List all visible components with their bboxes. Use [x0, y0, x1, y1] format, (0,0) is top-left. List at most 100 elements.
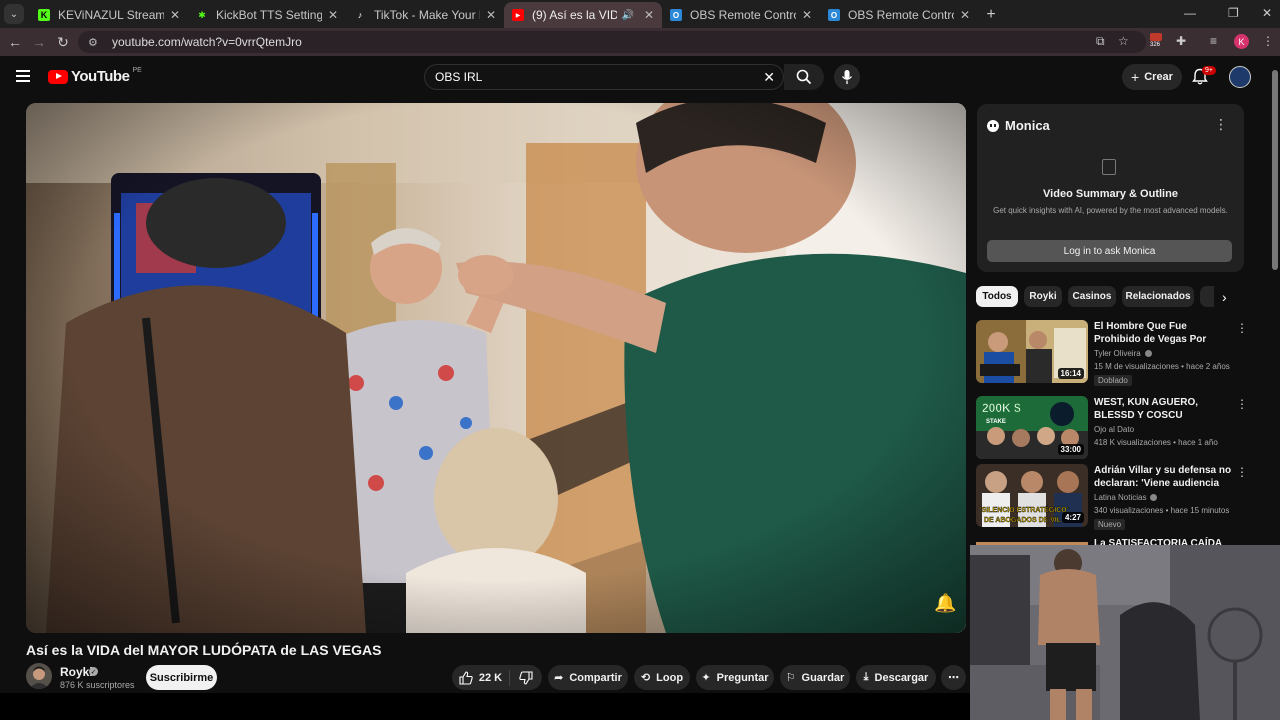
- search-input[interactable]: OBS IRL ✕: [424, 64, 784, 90]
- account-avatar[interactable]: [1229, 66, 1251, 88]
- speaker-icon[interactable]: 🔊: [621, 10, 633, 21]
- menu-icon[interactable]: [16, 70, 30, 82]
- forward-icon[interactable]: →: [27, 34, 51, 50]
- video-title: Así es la VIDA del MAYOR LUDÓPATA de LAS…: [26, 642, 382, 658]
- media-control-icon[interactable]: ≡: [1210, 34, 1217, 48]
- thumb-overlay-text: STAKE: [986, 419, 1006, 425]
- related-thumbnail[interactable]: 'SILENCIO ESTRATÉGICO' DE ABOGADOS DE VI…: [976, 464, 1088, 527]
- related-more-icon[interactable]: ⋮: [1236, 465, 1248, 479]
- search-button[interactable]: [784, 64, 824, 90]
- reload-icon[interactable]: ↻: [51, 34, 75, 51]
- loop-icon: ⟲: [640, 672, 651, 684]
- related-thumbnail[interactable]: 16:14: [976, 320, 1088, 383]
- subscribe-button[interactable]: Suscribirme: [146, 665, 217, 690]
- related-thumbnail[interactable]: [976, 537, 1088, 545]
- related-more-icon[interactable]: ⋮: [1236, 397, 1248, 411]
- browser-tab-active[interactable]: ▶ (9) Así es la VIDA del MAYOR 🔊 ✕: [504, 2, 662, 28]
- dislike-button[interactable]: [510, 670, 542, 685]
- scrollbar-thumb[interactable]: [1272, 70, 1278, 270]
- close-tab-icon[interactable]: ✕: [644, 8, 654, 22]
- related-thumbnail[interactable]: 200K $ STAKE 33:00: [976, 396, 1088, 459]
- related-channel[interactable]: Ojo al Dato: [1094, 425, 1134, 434]
- related-channel[interactable]: Latina Noticias: [1094, 493, 1158, 502]
- address-bar[interactable]: ⚙ youtube.com/watch?v=0vrrQtemJro: [78, 31, 1146, 53]
- tab-title: OBS Remote Control Relay Brid: [848, 8, 954, 22]
- loop-button[interactable]: ⟲ Loop: [634, 665, 690, 690]
- share-button[interactable]: ➦ Compartir: [548, 665, 628, 690]
- create-button[interactable]: + Crear: [1122, 64, 1182, 90]
- close-tab-icon[interactable]: ✕: [960, 8, 970, 22]
- chip-casinos[interactable]: Casinos: [1068, 286, 1116, 307]
- back-icon[interactable]: ←: [3, 34, 27, 50]
- subscribe-bell-overlay-icon[interactable]: 🔔: [934, 593, 956, 614]
- related-title[interactable]: Adrián Villar y su defensa no declaran: …: [1094, 464, 1232, 490]
- ask-button[interactable]: ✦ Preguntar: [696, 665, 774, 690]
- monica-more-icon[interactable]: ⋮: [1214, 116, 1228, 133]
- url-text: youtube.com/watch?v=0vrrQtemJro: [112, 35, 302, 49]
- browser-tab[interactable]: ♪ TikTok - Make Your Day ✕: [346, 2, 504, 28]
- chip-partial[interactable]: [1200, 286, 1214, 307]
- profile-avatar[interactable]: K: [1234, 34, 1249, 49]
- download-button[interactable]: ⤓ Descargar: [856, 665, 936, 690]
- related-more-icon[interactable]: ⋮: [1236, 321, 1248, 335]
- youtube-icon: ▶: [512, 9, 524, 21]
- close-tab-icon[interactable]: ✕: [170, 8, 180, 22]
- video-player[interactable]: 🔔: [26, 103, 966, 633]
- loop-label: Loop: [656, 671, 684, 684]
- browser-menu-icon[interactable]: ⋮: [1262, 34, 1274, 48]
- page-scrollbar[interactable]: [1270, 56, 1280, 545]
- related-title[interactable]: La SATISFACTORIA CAÍDA de...: [1094, 537, 1232, 545]
- tab-strip: ⌄ K KEViNAZUL Stream - Watch Liv ✕ ✱ Kic…: [0, 0, 1280, 28]
- restore-icon[interactable]: ❐: [1228, 6, 1239, 20]
- chip-all[interactable]: Todos: [976, 286, 1018, 307]
- chevron-right-icon[interactable]: ›: [1222, 289, 1227, 305]
- related-meta: 340 visualizaciones • hace 15 minutos: [1094, 506, 1230, 515]
- chip-related[interactable]: Relacionados: [1122, 286, 1194, 307]
- kick-icon: K: [38, 9, 50, 21]
- more-actions-button[interactable]: ⋯: [941, 665, 966, 690]
- voice-search-button[interactable]: [834, 64, 860, 90]
- bookmark-star-icon[interactable]: ☆: [1118, 34, 1129, 48]
- extension-badge: 326: [1150, 42, 1161, 48]
- download-label: Descargar: [874, 671, 929, 684]
- install-app-icon[interactable]: ⧉: [1096, 34, 1105, 49]
- bookmark-icon: ⚐: [785, 672, 796, 684]
- browser-tab[interactable]: K KEViNAZUL Stream - Watch Liv ✕: [30, 2, 188, 28]
- like-dislike-group: 22 K: [452, 665, 542, 690]
- thumbs-down-icon: [519, 670, 533, 685]
- site-info-icon[interactable]: ⚙: [88, 36, 102, 49]
- notification-count-badge: 9+: [1202, 66, 1216, 75]
- minimize-icon[interactable]: —: [1184, 6, 1196, 20]
- clear-search-icon[interactable]: ✕: [763, 69, 775, 86]
- close-window-icon[interactable]: ✕: [1262, 6, 1272, 20]
- close-tab-icon[interactable]: ✕: [328, 8, 338, 22]
- subscriber-count: 876 K suscriptores: [60, 680, 135, 690]
- tab-title: KickBot TTS Settings: [216, 8, 322, 22]
- save-button[interactable]: ⚐ Guardar: [780, 665, 850, 690]
- extensions-puzzle-icon[interactable]: ✚: [1176, 34, 1186, 48]
- youtube-logo[interactable]: YouTube PE: [48, 67, 142, 85]
- verified-check-icon: [1144, 350, 1152, 358]
- new-tab-button[interactable]: +: [978, 2, 1004, 28]
- monica-panel: Monica ⋮ Video Summary & Outline Get qui…: [977, 104, 1244, 272]
- thumbs-up-icon: [459, 670, 473, 685]
- related-channel[interactable]: Tyler Oliveira: [1094, 349, 1152, 358]
- channel-avatar-image: [29, 666, 49, 689]
- browser-tab[interactable]: O OBS Remote Control Relay Brid ✕: [820, 2, 978, 28]
- browser-tab[interactable]: O OBS Remote Control Relay Brid ✕: [662, 2, 820, 28]
- related-title[interactable]: El Hombre Que Fue Prohibido de Vegas Por…: [1094, 320, 1232, 346]
- close-tab-icon[interactable]: ✕: [802, 8, 812, 22]
- tab-title: KEViNAZUL Stream - Watch Liv: [58, 8, 164, 22]
- chip-royki[interactable]: Royki: [1024, 286, 1062, 307]
- monica-login-button[interactable]: Log in to ask Monica: [987, 240, 1232, 262]
- like-button[interactable]: 22 K: [452, 669, 510, 686]
- browser-tab[interactable]: ✱ KickBot TTS Settings ✕: [188, 2, 346, 28]
- channel-avatar[interactable]: [26, 663, 52, 689]
- channel-name[interactable]: Royki: [60, 665, 93, 679]
- download-icon: ⤓: [863, 671, 869, 683]
- new-badge: Nuevo: [1094, 519, 1126, 530]
- tab-search-button[interactable]: ⌄: [4, 4, 24, 24]
- extension-icon[interactable]: 326: [1150, 33, 1166, 49]
- close-tab-icon[interactable]: ✕: [486, 8, 496, 22]
- related-title[interactable]: WEST, KUN AGUERO, BLESSD Y COSCU APUESTA…: [1094, 396, 1232, 422]
